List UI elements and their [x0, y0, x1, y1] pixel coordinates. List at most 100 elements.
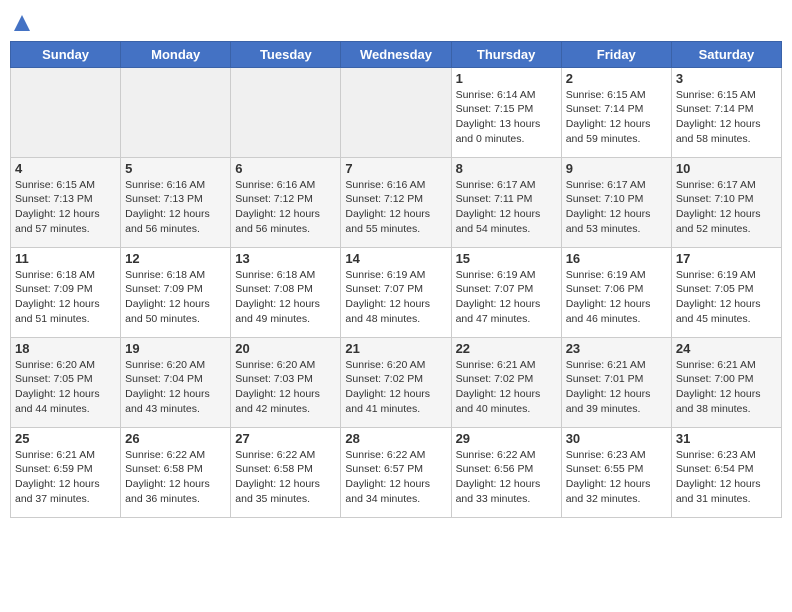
week-row-3: 11 Sunrise: 6:18 AM Sunset: 7:09 PM Dayli…: [11, 247, 782, 337]
day-cell-8: 8 Sunrise: 6:17 AM Sunset: 7:11 PM Daylig…: [451, 157, 561, 247]
logo: [10, 10, 32, 33]
day-cell-11: 11 Sunrise: 6:18 AM Sunset: 7:09 PM Dayli…: [11, 247, 121, 337]
day-cell-18: 18 Sunrise: 6:20 AM Sunset: 7:05 PM Dayli…: [11, 337, 121, 427]
day-number: 16: [566, 251, 667, 266]
day-cell-13: 13 Sunrise: 6:18 AM Sunset: 7:08 PM Dayli…: [231, 247, 341, 337]
day-cell-2: 2 Sunrise: 6:15 AM Sunset: 7:14 PM Daylig…: [561, 67, 671, 157]
day-cell-31: 31Sunrise: 6:23 AM Sunset: 6:54 PM Dayli…: [671, 427, 781, 517]
empty-cell: [231, 67, 341, 157]
day-number: 21: [345, 341, 446, 356]
day-cell-24: 24 Sunrise: 6:21 AM Sunset: 7:00 PM Dayli…: [671, 337, 781, 427]
day-info: Sunrise: 6:18 AM Sunset: 7:09 PM Dayligh…: [125, 268, 226, 327]
day-info: Sunrise: 6:16 AM Sunset: 7:12 PM Dayligh…: [235, 178, 336, 237]
day-header-saturday: Saturday: [671, 41, 781, 67]
day-info: Sunrise: 6:19 AM Sunset: 7:06 PM Dayligh…: [566, 268, 667, 327]
empty-cell: [121, 67, 231, 157]
day-info: Sunrise: 6:20 AM Sunset: 7:04 PM Dayligh…: [125, 358, 226, 417]
day-number: 8: [456, 161, 557, 176]
day-header-friday: Friday: [561, 41, 671, 67]
calendar-table: SundayMondayTuesdayWednesdayThursdayFrid…: [10, 41, 782, 518]
day-cell-22: 22Sunrise: 6:21 AM Sunset: 7:02 PM Dayli…: [451, 337, 561, 427]
day-cell-1: 1Sunrise: 6:14 AM Sunset: 7:15 PM Daylig…: [451, 67, 561, 157]
day-cell-27: 27 Sunrise: 6:22 AM Sunset: 6:58 PM Dayli…: [231, 427, 341, 517]
day-info: Sunrise: 6:22 AM Sunset: 6:58 PM Dayligh…: [235, 448, 336, 507]
day-info: Sunrise: 6:21 AM Sunset: 7:01 PM Dayligh…: [566, 358, 667, 417]
day-info: Sunrise: 6:21 AM Sunset: 7:02 PM Dayligh…: [456, 358, 557, 417]
day-cell-28: 28 Sunrise: 6:22 AM Sunset: 6:57 PM Dayli…: [341, 427, 451, 517]
day-cell-3: 3Sunrise: 6:15 AM Sunset: 7:14 PM Daylig…: [671, 67, 781, 157]
day-number: 9: [566, 161, 667, 176]
day-number: 24: [676, 341, 777, 356]
day-info: Sunrise: 6:18 AM Sunset: 7:09 PM Dayligh…: [15, 268, 116, 327]
day-info: Sunrise: 6:20 AM Sunset: 7:03 PM Dayligh…: [235, 358, 336, 417]
day-info: Sunrise: 6:16 AM Sunset: 7:13 PM Dayligh…: [125, 178, 226, 237]
empty-cell: [11, 67, 121, 157]
day-number: 23: [566, 341, 667, 356]
day-number: 30: [566, 431, 667, 446]
week-row-1: 1Sunrise: 6:14 AM Sunset: 7:15 PM Daylig…: [11, 67, 782, 157]
header-row: SundayMondayTuesdayWednesdayThursdayFrid…: [11, 41, 782, 67]
day-header-wednesday: Wednesday: [341, 41, 451, 67]
day-info: Sunrise: 6:20 AM Sunset: 7:05 PM Dayligh…: [15, 358, 116, 417]
day-cell-16: 16 Sunrise: 6:19 AM Sunset: 7:06 PM Dayli…: [561, 247, 671, 337]
day-info: Sunrise: 6:22 AM Sunset: 6:56 PM Dayligh…: [456, 448, 557, 507]
day-info: Sunrise: 6:19 AM Sunset: 7:05 PM Dayligh…: [676, 268, 777, 327]
day-number: 31: [676, 431, 777, 446]
day-info: Sunrise: 6:17 AM Sunset: 7:11 PM Dayligh…: [456, 178, 557, 237]
day-number: 6: [235, 161, 336, 176]
day-number: 3: [676, 71, 777, 86]
day-number: 10: [676, 161, 777, 176]
day-info: Sunrise: 6:21 AM Sunset: 7:00 PM Dayligh…: [676, 358, 777, 417]
day-cell-14: 14Sunrise: 6:19 AM Sunset: 7:07 PM Dayli…: [341, 247, 451, 337]
day-number: 18: [15, 341, 116, 356]
day-cell-5: 5 Sunrise: 6:16 AM Sunset: 7:13 PM Daylig…: [121, 157, 231, 247]
day-number: 19: [125, 341, 226, 356]
day-cell-17: 17 Sunrise: 6:19 AM Sunset: 7:05 PM Dayli…: [671, 247, 781, 337]
week-row-2: 4Sunrise: 6:15 AM Sunset: 7:13 PM Daylig…: [11, 157, 782, 247]
day-info: Sunrise: 6:17 AM Sunset: 7:10 PM Dayligh…: [566, 178, 667, 237]
day-info: Sunrise: 6:22 AM Sunset: 6:57 PM Dayligh…: [345, 448, 446, 507]
day-number: 5: [125, 161, 226, 176]
day-number: 11: [15, 251, 116, 266]
day-number: 28: [345, 431, 446, 446]
day-number: 27: [235, 431, 336, 446]
day-info: Sunrise: 6:19 AM Sunset: 7:07 PM Dayligh…: [345, 268, 446, 327]
day-info: Sunrise: 6:16 AM Sunset: 7:12 PM Dayligh…: [345, 178, 446, 237]
day-number: 7: [345, 161, 446, 176]
day-number: 26: [125, 431, 226, 446]
day-header-thursday: Thursday: [451, 41, 561, 67]
day-info: Sunrise: 6:17 AM Sunset: 7:10 PM Dayligh…: [676, 178, 777, 237]
day-cell-6: 6 Sunrise: 6:16 AM Sunset: 7:12 PM Daylig…: [231, 157, 341, 247]
day-cell-20: 20 Sunrise: 6:20 AM Sunset: 7:03 PM Dayli…: [231, 337, 341, 427]
day-cell-21: 21 Sunrise: 6:20 AM Sunset: 7:02 PM Dayli…: [341, 337, 451, 427]
day-number: 25: [15, 431, 116, 446]
day-cell-7: 7 Sunrise: 6:16 AM Sunset: 7:12 PM Daylig…: [341, 157, 451, 247]
logo-general: [10, 10, 32, 33]
day-header-monday: Monday: [121, 41, 231, 67]
day-info: Sunrise: 6:23 AM Sunset: 6:55 PM Dayligh…: [566, 448, 667, 507]
day-info: Sunrise: 6:18 AM Sunset: 7:08 PM Dayligh…: [235, 268, 336, 327]
week-row-4: 18 Sunrise: 6:20 AM Sunset: 7:05 PM Dayli…: [11, 337, 782, 427]
day-cell-10: 10 Sunrise: 6:17 AM Sunset: 7:10 PM Dayli…: [671, 157, 781, 247]
day-number: 20: [235, 341, 336, 356]
day-cell-26: 26Sunrise: 6:22 AM Sunset: 6:58 PM Dayli…: [121, 427, 231, 517]
empty-cell: [341, 67, 451, 157]
day-number: 17: [676, 251, 777, 266]
day-cell-25: 25 Sunrise: 6:21 AM Sunset: 6:59 PM Dayli…: [11, 427, 121, 517]
week-row-5: 25 Sunrise: 6:21 AM Sunset: 6:59 PM Dayli…: [11, 427, 782, 517]
day-info: Sunrise: 6:19 AM Sunset: 7:07 PM Dayligh…: [456, 268, 557, 327]
page-header: [10, 10, 782, 33]
day-number: 2: [566, 71, 667, 86]
day-info: Sunrise: 6:15 AM Sunset: 7:13 PM Dayligh…: [15, 178, 116, 237]
day-cell-4: 4Sunrise: 6:15 AM Sunset: 7:13 PM Daylig…: [11, 157, 121, 247]
day-info: Sunrise: 6:15 AM Sunset: 7:14 PM Dayligh…: [566, 88, 667, 147]
day-info: Sunrise: 6:21 AM Sunset: 6:59 PM Dayligh…: [15, 448, 116, 507]
day-number: 15: [456, 251, 557, 266]
day-info: Sunrise: 6:20 AM Sunset: 7:02 PM Dayligh…: [345, 358, 446, 417]
logo-icon: [12, 13, 32, 33]
day-cell-23: 23 Sunrise: 6:21 AM Sunset: 7:01 PM Dayli…: [561, 337, 671, 427]
day-number: 29: [456, 431, 557, 446]
day-number: 13: [235, 251, 336, 266]
day-cell-30: 30 Sunrise: 6:23 AM Sunset: 6:55 PM Dayli…: [561, 427, 671, 517]
day-header-tuesday: Tuesday: [231, 41, 341, 67]
